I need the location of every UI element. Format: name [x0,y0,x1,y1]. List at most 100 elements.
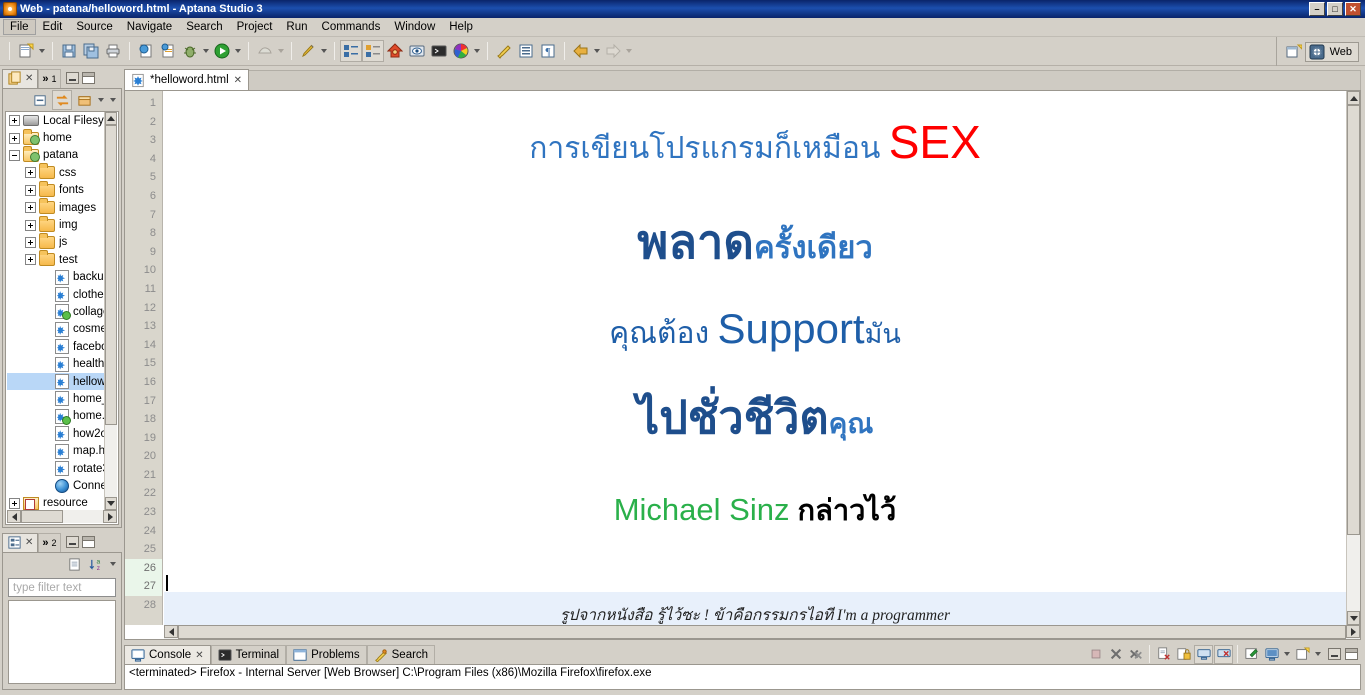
scroll-lock-icon[interactable] [1174,645,1193,664]
tree-scroll-thumb[interactable] [105,125,117,425]
menu-edit[interactable]: Edit [36,19,70,35]
tree-horizontal-scrollbar[interactable] [7,510,117,523]
editor-scroll-down-button[interactable] [1347,611,1360,625]
menu-window[interactable]: Window [387,19,442,35]
tree-item-collage[interactable]: collage [7,303,104,321]
menu-commands[interactable]: Commands [315,19,388,35]
editor-tab-close-icon[interactable]: ✕ [234,75,242,86]
tree-item-hellowo[interactable]: hellowo [7,372,104,391]
tab-search[interactable]: Search [366,645,436,664]
pin-console-icon[interactable] [1194,644,1213,664]
tree-expander-icon[interactable] [9,497,20,509]
tree-item-home-l[interactable]: home_l [7,390,104,407]
tree-expander-icon[interactable] [9,132,20,144]
new-file-button[interactable] [15,40,37,62]
file-tree[interactable]: Local Filesy home patana css fonts images img j… [7,112,104,510]
tree-expander-icon[interactable] [25,236,36,248]
editor-scroll-right-button[interactable] [1346,625,1360,638]
paragraph-button[interactable]: ¶ [537,40,559,62]
tree-hscroll-thumb[interactable] [21,510,63,523]
tab-console[interactable]: Console ✕ [124,645,211,664]
menu-project[interactable]: Project [230,19,280,35]
tab-outline[interactable]: ✕ [2,532,39,552]
print-button[interactable] [102,40,124,62]
terminate-icon[interactable] [1086,645,1105,664]
tree-item-connec[interactable]: Connec [7,477,104,494]
minimize-button[interactable]: – [1309,2,1325,16]
run-dropdown-icon[interactable] [233,40,243,62]
tree-item-css[interactable]: css [7,163,104,181]
deploy-button[interactable] [254,40,276,62]
console-minimize-icon[interactable] [1328,648,1341,660]
new-console-pin-icon[interactable] [1242,645,1261,664]
editor-vscroll-thumb[interactable] [1347,105,1360,535]
console-maximize-icon[interactable] [1345,648,1358,660]
tree-expander-icon[interactable] [25,254,36,266]
open-perspective-button[interactable] [1283,41,1305,63]
outline-view-menu-icon[interactable] [108,553,118,575]
tree-item-map-ht[interactable]: map.ht [7,442,104,459]
tree-item-patana[interactable]: patana [7,145,104,164]
menu-source[interactable]: Source [69,19,119,35]
remove-launch-icon[interactable] [1106,645,1125,664]
deploy-dropdown-icon[interactable] [276,40,286,62]
web-perspective-button[interactable]: Web [1304,41,1359,62]
menu-run[interactable]: Run [279,19,314,35]
tree-item-img[interactable]: img [7,215,104,233]
console-output[interactable]: <terminated> Firefox - Internal Server [… [124,664,1361,690]
debug-dropdown-icon[interactable] [201,40,211,62]
sort-az-icon[interactable]: az [86,554,106,574]
explorer-view-menu-icon[interactable] [108,89,118,111]
tree-expander-icon[interactable] [25,167,36,179]
menu-search[interactable]: Search [179,19,229,35]
outline-filter-input[interactable]: type filter text [8,578,116,597]
document-icon[interactable] [64,554,84,574]
tree-expander-icon[interactable] [25,219,36,231]
back-arrow-icon[interactable] [570,40,592,62]
pencil-button[interactable] [297,40,319,62]
tab-terminal[interactable]: Terminal [210,645,287,664]
maximize-button[interactable]: □ [1327,2,1343,16]
new-console-view-icon[interactable] [1293,645,1312,664]
tree-item-home-h[interactable]: home.h [7,408,104,425]
save-button[interactable] [58,40,80,62]
tree-item-clothes[interactable]: clothes [7,286,104,303]
tree-expander-icon[interactable] [25,184,36,196]
link-with-editor-icon[interactable] [52,90,72,110]
explorer-maximize-icon[interactable] [81,72,95,84]
open-web-button[interactable] [135,40,157,62]
tab-project-explorer[interactable]: ✕ [2,68,39,88]
editor-vertical-scrollbar[interactable] [1346,91,1360,625]
new-console-dropdown-icon[interactable] [1313,643,1323,665]
show-whitespace-button[interactable] [362,40,384,62]
tree-expander-icon[interactable] [25,202,36,214]
tree-item-fonts[interactable]: fonts [7,180,104,199]
run-button[interactable] [211,40,233,62]
color-picker-button[interactable] [450,40,472,62]
forward-dropdown-icon[interactable] [624,40,634,62]
editor-scroll-left-button[interactable] [164,625,178,638]
open-page-button[interactable] [157,40,179,62]
tree-item-resource[interactable]: resource [7,495,104,510]
terminal-button[interactable] [428,40,450,62]
tree-scroll-left-button[interactable] [7,510,21,523]
explorer-overflow-tab[interactable]: » 1 [38,68,61,88]
brush-button[interactable] [493,40,515,62]
outline-tree[interactable] [8,600,116,684]
new-file-dropdown-icon[interactable] [37,40,47,62]
close-button[interactable]: ✕ [1345,2,1361,16]
tree-expander-icon[interactable] [9,115,20,127]
tree-scroll-up-button[interactable] [105,112,117,125]
tree-item-test[interactable]: test [7,250,104,268]
display-selected-console-icon[interactable] [1214,644,1233,664]
explorer-dropdown-icon[interactable] [96,89,106,111]
package-view-icon[interactable] [74,90,94,110]
clear-console-icon[interactable] [1154,645,1173,664]
menu-navigate[interactable]: Navigate [120,19,179,35]
tree-item-healths[interactable]: healths [7,355,104,372]
preview-button[interactable] [406,40,428,62]
menu-help[interactable]: Help [442,19,480,35]
tree-item-cosmet[interactable]: cosmet [7,321,104,338]
tree-scroll-right-button[interactable] [103,510,117,523]
explorer-close-icon[interactable]: ✕ [25,73,33,84]
